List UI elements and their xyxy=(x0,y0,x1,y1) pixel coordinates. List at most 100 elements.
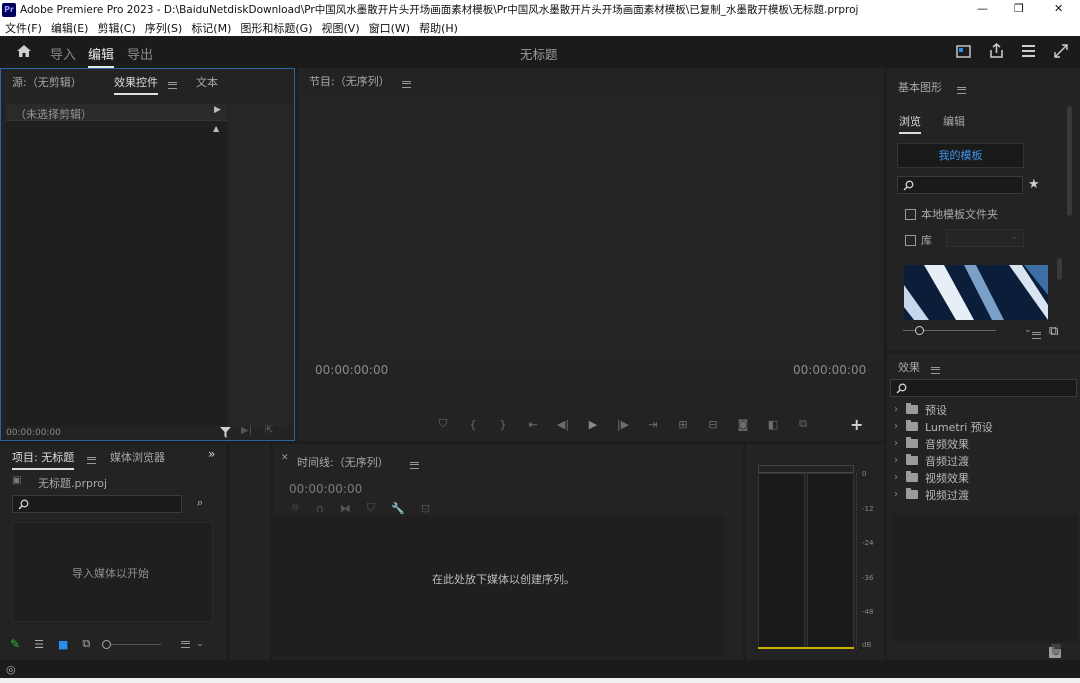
export-frame-icon[interactable]: ◙ xyxy=(728,418,758,431)
fullscreen-icon[interactable] xyxy=(1054,44,1068,58)
scrollbar[interactable] xyxy=(1057,258,1062,280)
maximize-button[interactable]: ❐ xyxy=(1014,2,1024,15)
program-menu-icon[interactable] xyxy=(402,80,411,88)
sort-icon[interactable] xyxy=(181,640,191,648)
proxy-toggle-icon[interactable]: ⧉ xyxy=(788,417,818,431)
add-marker-icon[interactable]: ⛉ xyxy=(367,501,375,515)
comparison-view-icon[interactable]: ◧ xyxy=(758,418,788,431)
mark-out-icon[interactable]: } xyxy=(488,418,518,431)
effects-title: 效果 xyxy=(898,361,920,374)
template-thumbnail[interactable] xyxy=(904,265,1048,320)
pencil-icon[interactable]: ✎ xyxy=(10,637,20,651)
menu-markers[interactable]: 标记(M) xyxy=(191,20,231,36)
share-icon[interactable] xyxy=(989,43,1004,58)
delete-icon[interactable]: 🗑 xyxy=(1049,643,1063,656)
find-icon[interactable]: ⌕ xyxy=(197,496,203,510)
no-clip-label: （未选择剪辑） xyxy=(15,108,92,121)
filter-icon[interactable] xyxy=(220,427,231,438)
my-templates-button[interactable]: 我的模板 xyxy=(897,143,1024,168)
tree-item-audio-transitions[interactable]: › 音频过渡 xyxy=(894,452,1074,469)
new-layer-icon[interactable]: ⧉ xyxy=(1049,324,1058,339)
tab-media-browser[interactable]: 媒体浏览器 xyxy=(110,449,165,465)
menu-clip[interactable]: 剪辑(C) xyxy=(97,20,135,36)
project-menu-icon[interactable] xyxy=(87,456,96,464)
captions-icon[interactable]: ⊡ xyxy=(421,502,430,515)
slider-handle[interactable] xyxy=(915,326,924,335)
list-view-icon[interactable]: ☰ xyxy=(34,638,44,651)
tab-source[interactable]: 源:（无剪辑） xyxy=(12,74,82,90)
meter-tick: -48 xyxy=(862,608,874,616)
tab-import[interactable]: 导入 xyxy=(50,44,76,63)
library-dropdown[interactable]: ⌄ xyxy=(946,229,1024,247)
mark-in-icon[interactable]: { xyxy=(458,418,488,431)
tree-item-lumetri[interactable]: › Lumetri 预设 xyxy=(894,418,1074,435)
tree-item-presets[interactable]: › 预设 xyxy=(894,401,1074,418)
timeline-menu-icon[interactable] xyxy=(410,461,419,469)
freeform-view-icon[interactable]: ⧉ xyxy=(82,637,90,651)
project-search-input[interactable] xyxy=(12,495,182,513)
tab-export[interactable]: 导出 xyxy=(127,44,153,63)
tab-effect-controls[interactable]: 效果控件 xyxy=(114,74,158,95)
tree-item-audio-effects[interactable]: › 音频效果 xyxy=(894,435,1074,452)
add-marker-icon[interactable]: ⛉ xyxy=(428,417,458,431)
effects-search-input[interactable] xyxy=(890,379,1077,397)
nest-icon[interactable]: ⛗ xyxy=(291,501,300,515)
timeline-track-area[interactable]: 在此处放下媒体以创建序列。 xyxy=(273,516,725,656)
close-button[interactable]: ✕ xyxy=(1054,2,1063,15)
project-drop-area[interactable]: 导入媒体以开始 xyxy=(12,522,213,622)
go-to-out-icon[interactable]: ⇥ xyxy=(638,418,668,431)
essential-menu-icon[interactable] xyxy=(957,86,966,94)
lift-icon[interactable]: ⊞ xyxy=(668,418,698,431)
star-icon[interactable]: ★ xyxy=(1028,177,1040,192)
icon-view-icon[interactable]: ■ xyxy=(58,638,68,651)
tab-edit-graphics[interactable]: 编辑 xyxy=(943,113,965,129)
play-only-icon[interactable]: ▶ xyxy=(214,106,221,115)
more-panels-icon[interactable]: » xyxy=(208,447,215,461)
extract-icon[interactable]: ⊟ xyxy=(698,418,728,431)
menu-window[interactable]: 窗口(W) xyxy=(369,20,410,36)
export-frame-icon[interactable]: ⇱ xyxy=(265,426,273,436)
panel-menu-icon[interactable] xyxy=(168,81,177,89)
workspaces-icon[interactable] xyxy=(1021,44,1036,58)
play-through-icon[interactable]: ▶| xyxy=(241,426,252,436)
tree-item-video-effects[interactable]: › 视频效果 xyxy=(894,469,1074,486)
go-to-in-icon[interactable]: ⇤ xyxy=(518,418,548,431)
home-icon[interactable] xyxy=(16,44,32,58)
tab-text[interactable]: 文本 xyxy=(196,74,218,90)
timeline-timecode[interactable]: 00:00:00:00 xyxy=(289,482,362,496)
add-button-icon[interactable]: + xyxy=(850,415,863,434)
tree-item-video-transitions[interactable]: › 视频过渡 xyxy=(894,486,1074,503)
close-tab-icon[interactable]: ✕ xyxy=(281,453,289,463)
program-timecode-left[interactable]: 00:00:00:00 xyxy=(315,363,388,377)
minimize-button[interactable]: — xyxy=(977,2,988,15)
library-checkbox[interactable]: 库 xyxy=(905,232,932,248)
chevron-down-icon[interactable]: ⌄ xyxy=(196,639,204,649)
template-search-input[interactable] xyxy=(897,176,1023,194)
tab-project[interactable]: 项目: 无标题 xyxy=(12,449,75,470)
zoom-slider[interactable] xyxy=(111,643,162,645)
menu-view[interactable]: 视图(V) xyxy=(322,20,360,36)
menu-edit[interactable]: 编辑(E) xyxy=(51,20,89,36)
wrench-icon[interactable]: 🔧 xyxy=(391,502,405,515)
snap-icon[interactable]: ∩ xyxy=(316,502,324,515)
linked-selection-icon[interactable]: ⧓ xyxy=(340,502,351,515)
background-render-icon[interactable]: ◎ xyxy=(6,663,16,676)
effects-menu-icon[interactable] xyxy=(931,366,940,374)
menu-file[interactable]: 文件(F) xyxy=(5,20,42,36)
menu-help[interactable]: 帮助(H) xyxy=(419,20,458,36)
collapse-arrow-icon[interactable]: ▲ xyxy=(213,125,219,133)
menu-graphics[interactable]: 图形和标题(G) xyxy=(240,20,312,36)
step-back-icon[interactable]: ◀| xyxy=(548,418,578,431)
local-folder-checkbox[interactable]: 本地模板文件夹 xyxy=(905,206,998,222)
quick-export-icon[interactable] xyxy=(956,45,971,58)
tab-edit[interactable]: 编辑 xyxy=(88,44,115,68)
scrollbar[interactable] xyxy=(1067,106,1072,216)
tab-browse[interactable]: 浏览 xyxy=(899,113,921,134)
chevron-down-icon[interactable]: ⌄ xyxy=(1024,325,1032,335)
step-forward-icon[interactable]: |▶ xyxy=(608,418,638,431)
list-view-icon[interactable] xyxy=(1031,331,1041,339)
meter-tick: -12 xyxy=(862,505,874,513)
menu-sequence[interactable]: 序列(S) xyxy=(145,20,183,36)
zoom-slider-handle[interactable] xyxy=(102,639,112,649)
play-icon[interactable]: ▶ xyxy=(578,418,608,431)
